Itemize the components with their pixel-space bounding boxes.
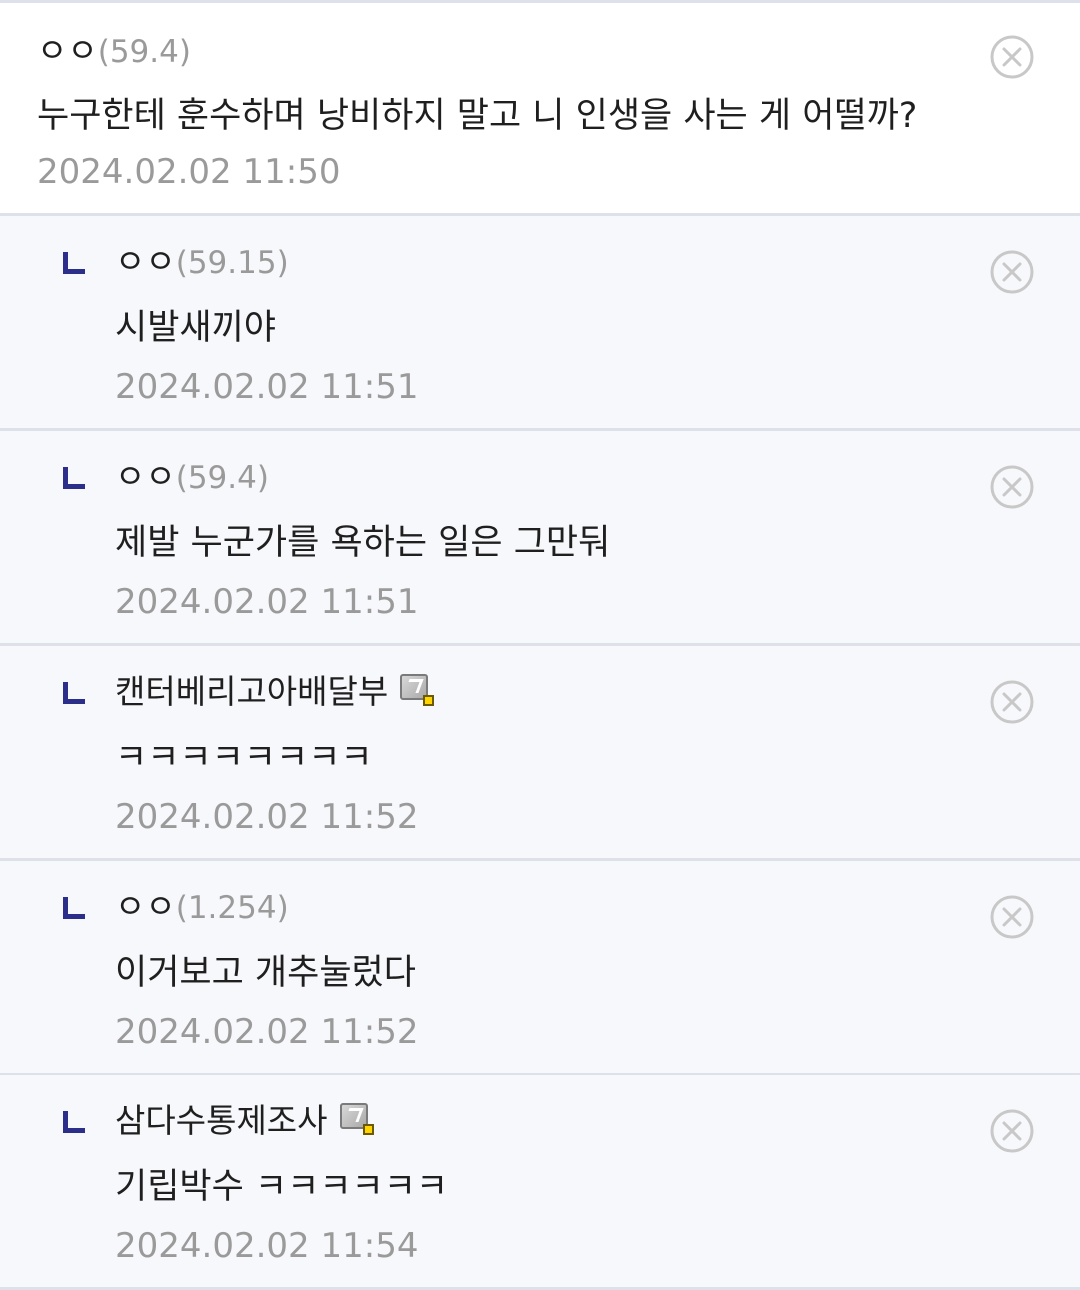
circle-x-icon (990, 895, 1034, 939)
reply-date: 2024.02.02 11:52 (115, 1012, 419, 1052)
reply-text: 이거보고 개추눌렀다 (115, 953, 416, 993)
gallery-member-icon (400, 674, 435, 706)
comment-item: ㅇㅇ(59.4) 누구한테 훈수하며 낭비하지 말고 니 인생을 사는 게 어떨… (0, 3, 1080, 216)
reply-author: ㅇㅇ(59.4) (115, 457, 269, 498)
reply-item: ㅇㅇ(59.15) 시발새끼야 2024.02.02 11:51 (0, 216, 1080, 431)
gallery-member-icon (339, 1103, 374, 1135)
delete-comment-button[interactable] (990, 35, 1034, 79)
circle-x-icon (990, 465, 1034, 509)
reply-date: 2024.02.02 11:52 (115, 797, 419, 837)
reply-ip: (59.15) (175, 245, 289, 281)
reply-arrow-icon (63, 682, 85, 704)
circle-x-icon (990, 250, 1034, 294)
delete-reply-button[interactable] (990, 1109, 1034, 1153)
reply-item: ㅇㅇ(1.254) 이거보고 개추눌렀다 2024.02.02 11:52 (0, 861, 1080, 1076)
reply-date: 2024.02.02 11:51 (115, 367, 419, 407)
reply-author: ㅇㅇ(1.254) (115, 887, 289, 928)
reply-arrow-icon (63, 1111, 85, 1133)
comment-nickname[interactable]: ㅇㅇ (37, 31, 98, 70)
reply-text: ㅋㅋㅋㅋㅋㅋㅋㅋ (115, 738, 373, 778)
delete-reply-button[interactable] (990, 250, 1034, 294)
comment-text: 누구한테 훈수하며 낭비하지 말고 니 인생을 사는 게 어떨까? (37, 96, 918, 136)
reply-text: 기립박수 ㅋㅋㅋㅋㅋㅋ (115, 1167, 449, 1207)
reply-item: ㅇㅇ(59.4) 제발 누군가를 욕하는 일은 그만둬 2024.02.02 1… (0, 431, 1080, 646)
reply-author: 캔터베리고아배달부 (115, 672, 435, 712)
delete-reply-button[interactable] (990, 680, 1034, 724)
reply-text: 시발새끼야 (115, 308, 277, 348)
reply-ip: (59.4) (175, 460, 269, 496)
reply-date: 2024.02.02 11:51 (115, 582, 419, 622)
circle-x-icon (990, 1109, 1034, 1153)
reply-date: 2024.02.02 11:54 (115, 1226, 419, 1266)
reply-ip: (1.254) (175, 890, 289, 926)
comment-date: 2024.02.02 11:50 (37, 152, 341, 192)
delete-reply-button[interactable] (990, 895, 1034, 939)
circle-x-icon (990, 680, 1034, 724)
reply-nickname[interactable]: ㅇㅇ (115, 457, 176, 496)
reply-item: 캔터베리고아배달부 ㅋㅋㅋㅋㅋㅋㅋㅋ 2024.02.02 11:52 (0, 646, 1080, 861)
reply-arrow-icon (63, 897, 85, 919)
comment-ip: (59.4) (97, 34, 191, 70)
reply-nickname[interactable]: ㅇㅇ (115, 887, 176, 926)
reply-author: ㅇㅇ(59.15) (115, 242, 289, 283)
comment-author: ㅇㅇ(59.4) (37, 31, 191, 72)
delete-reply-button[interactable] (990, 465, 1034, 509)
reply-nickname[interactable]: ㅇㅇ (115, 242, 176, 281)
reply-nickname[interactable]: 캔터베리고아배달부 (115, 672, 388, 711)
circle-x-icon (990, 35, 1034, 79)
reply-item: 삼다수통제조사 기립박수 ㅋㅋㅋㅋㅋㅋ 2024.02.02 11:54 (0, 1075, 1080, 1290)
reply-author: 삼다수통제조사 (115, 1101, 374, 1141)
reply-arrow-icon (63, 252, 85, 274)
reply-arrow-icon (63, 467, 85, 489)
reply-text: 제발 누군가를 욕하는 일은 그만둬 (115, 523, 611, 563)
reply-nickname[interactable]: 삼다수통제조사 (115, 1101, 328, 1140)
